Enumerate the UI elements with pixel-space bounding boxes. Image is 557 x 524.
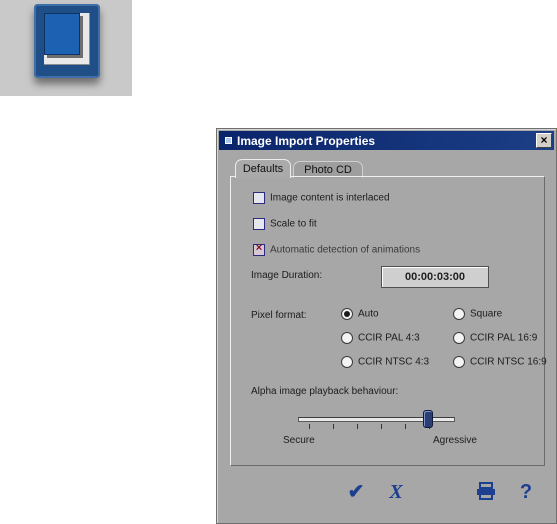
- image-duration-field[interactable]: 00:00:03:00: [381, 266, 489, 288]
- auto-detect-animations-checkbox[interactable]: ×: [253, 242, 265, 256]
- defaults-panel: Image content is interlaced Scale to fit…: [230, 176, 547, 466]
- x-mark-icon: ×: [255, 242, 263, 254]
- dialog-title: Image Import Properties: [237, 134, 376, 148]
- checkmark-icon: ✔: [347, 481, 365, 503]
- auto-detect-animations-label: Automatic detection of animations: [270, 244, 421, 256]
- help-button[interactable]: ?: [515, 481, 537, 503]
- scale-to-fit-checkbox[interactable]: [253, 218, 265, 230]
- slider-min-label: Secure: [283, 435, 315, 446]
- alpha-playback-slider-thumb[interactable]: [422, 410, 433, 428]
- app-icon-image-square: [44, 13, 80, 55]
- ok-button[interactable]: ✔: [345, 481, 367, 503]
- radio-button[interactable]: [453, 308, 465, 320]
- interlaced-option[interactable]: Image content is interlaced: [253, 190, 493, 206]
- slider-max-label: Agressive: [433, 435, 477, 446]
- radio-auto[interactable]: Auto: [341, 308, 379, 322]
- radio-ccir-pal-4-3-label: CCIR PAL 4:3: [358, 332, 420, 344]
- app-frame-icon: [34, 4, 100, 78]
- radio-button[interactable]: [453, 356, 465, 368]
- alpha-playback-label: Alpha image playback behaviour:: [251, 386, 399, 397]
- radio-auto-label: Auto: [358, 308, 379, 320]
- pixel-format-label: Pixel format:: [251, 310, 307, 321]
- interlaced-checkbox[interactable]: [253, 192, 265, 204]
- radio-ccir-ntsc-16-9[interactable]: CCIR NTSC 16:9: [453, 356, 547, 370]
- radio-square-label: Square: [470, 308, 503, 320]
- slider-tick: [405, 424, 406, 429]
- slider-tick: [309, 424, 310, 429]
- radio-ccir-pal-16-9[interactable]: CCIR PAL 16:9: [453, 332, 537, 346]
- radio-square[interactable]: Square: [453, 308, 502, 322]
- image-duration-label: Image Duration:: [251, 270, 323, 281]
- radio-ccir-ntsc-4-3-label: CCIR NTSC 4:3: [358, 356, 430, 368]
- scale-to-fit-option[interactable]: Scale to fit: [253, 216, 493, 232]
- app-icon-page: [44, 13, 90, 65]
- window-icon: [225, 137, 232, 144]
- scale-to-fit-label: Scale to fit: [270, 218, 317, 230]
- slider-tick: [381, 424, 382, 429]
- radio-ccir-ntsc-16-9-label: CCIR NTSC 16:9: [470, 356, 547, 368]
- radio-selected-dot: [344, 311, 350, 317]
- radio-button[interactable]: [341, 308, 353, 320]
- print-button[interactable]: [475, 481, 497, 503]
- radio-ccir-pal-4-3[interactable]: CCIR PAL 4:3: [341, 332, 420, 346]
- interlaced-label: Image content is interlaced: [270, 192, 390, 204]
- radio-button[interactable]: [341, 332, 353, 344]
- radio-button[interactable]: [341, 356, 353, 368]
- dialog-titlebar[interactable]: Image Import Properties ×: [219, 131, 554, 150]
- radio-button[interactable]: [453, 332, 465, 344]
- cancel-button[interactable]: X: [385, 481, 407, 503]
- app-icon-tile[interactable]: [0, 0, 132, 96]
- radio-ccir-ntsc-4-3[interactable]: CCIR NTSC 4:3: [341, 356, 429, 370]
- tab-defaults[interactable]: Defaults: [235, 159, 291, 178]
- slider-tick: [357, 424, 358, 429]
- x-icon: X: [389, 481, 403, 503]
- help-icon: ?: [519, 481, 533, 503]
- auto-detect-animations-option[interactable]: × Automatic detection of animations: [253, 242, 493, 258]
- image-import-properties-dialog: Image Import Properties × Defaults Photo…: [216, 128, 557, 524]
- radio-ccir-pal-16-9-label: CCIR PAL 16:9: [470, 332, 538, 344]
- slider-tick: [333, 424, 334, 429]
- printer-icon: [477, 482, 495, 500]
- close-button[interactable]: ×: [536, 133, 552, 148]
